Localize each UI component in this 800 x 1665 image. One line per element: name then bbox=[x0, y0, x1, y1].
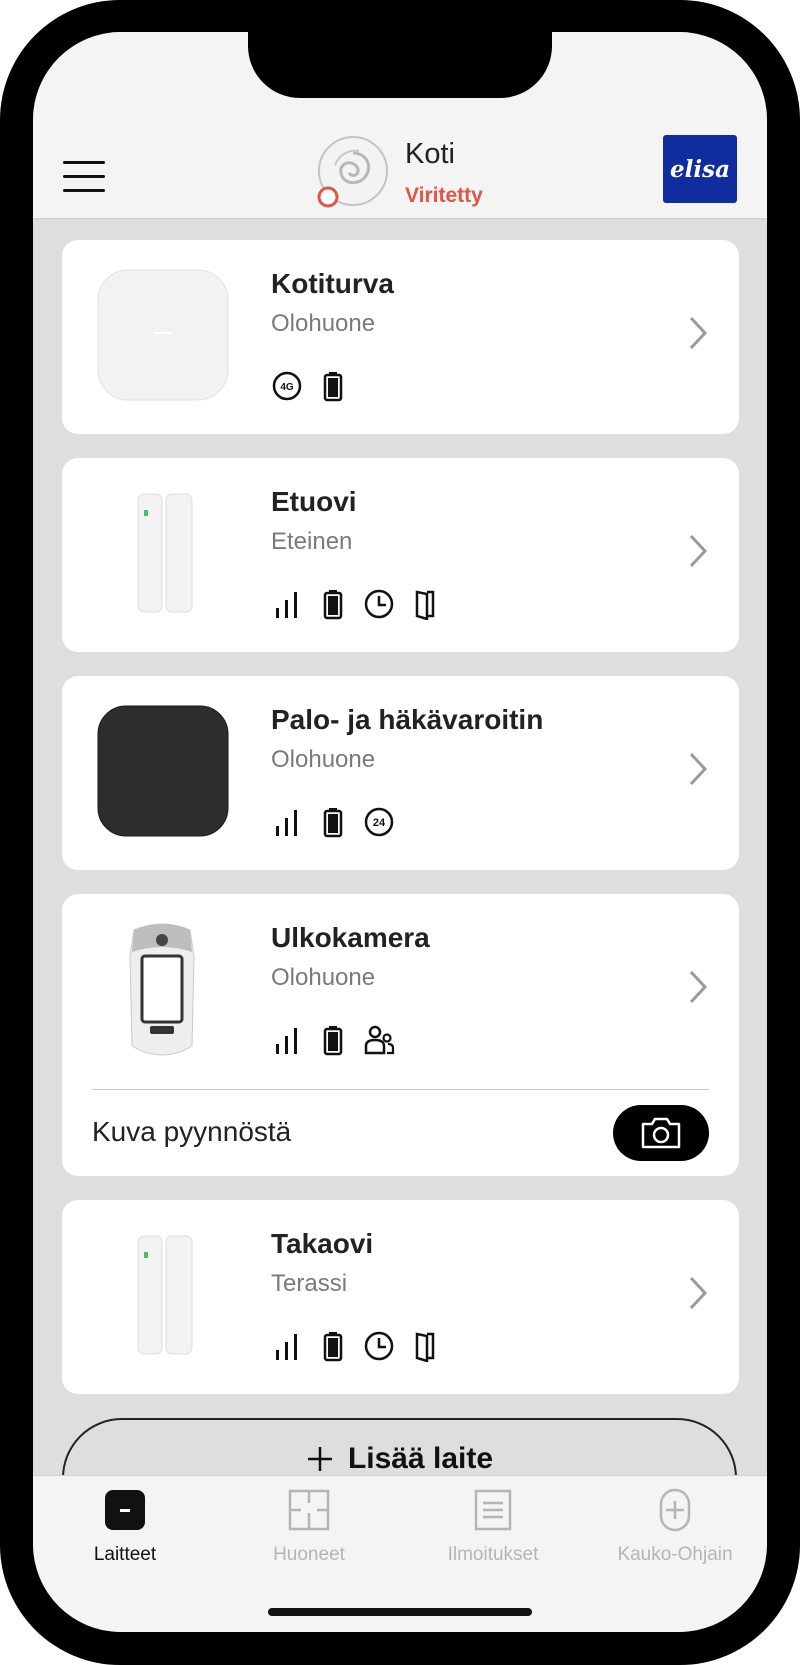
device-name: Kotiturva bbox=[271, 268, 394, 299]
device-card-takaovi[interactable]: Takaovi Terassi bbox=[62, 1200, 739, 1394]
device-status-icons bbox=[271, 1024, 395, 1056]
people-icon bbox=[364, 1025, 395, 1055]
door-sensor-image bbox=[137, 493, 193, 613]
door-icon bbox=[415, 590, 435, 620]
battery-icon bbox=[323, 590, 343, 620]
24h-icon: 24 bbox=[364, 807, 394, 837]
device-status-icons bbox=[271, 588, 441, 620]
device-status-icons: 4G bbox=[271, 370, 349, 402]
device-status-icons bbox=[271, 1330, 441, 1362]
24h-icon-label: 24 bbox=[373, 817, 386, 829]
device-card-kotiturva[interactable]: Kotiturva Olohuone 4G bbox=[62, 240, 739, 434]
nav-label: Ilmoitukset bbox=[447, 1544, 539, 1565]
device-card-ulkokamera[interactable]: Ulkokamera Olohuone Kuva pyynnöstä bbox=[62, 894, 739, 1176]
plus-icon bbox=[307, 1447, 332, 1471]
battery-icon bbox=[323, 1332, 343, 1362]
nav-tab-kauko-ohjain[interactable]: Kauko-Ohjain bbox=[583, 1488, 767, 1566]
nav-label: Kauko-Ohjain bbox=[617, 1544, 733, 1565]
device-room: Olohuone bbox=[271, 310, 376, 337]
app-screen: Koti Viritetty elisa Kotiturva Olohuone … bbox=[33, 32, 767, 1632]
notch bbox=[248, 32, 552, 98]
hub-device-image bbox=[97, 269, 229, 401]
nav-label: Huoneet bbox=[273, 1544, 345, 1565]
snapshot-label: Kuva pyynnöstä bbox=[92, 1116, 292, 1147]
device-room: Olohuone bbox=[271, 964, 376, 991]
device-name: Etuovi bbox=[271, 486, 357, 517]
chevron-right-icon[interactable] bbox=[687, 1274, 709, 1312]
smoke-detector-image bbox=[97, 705, 229, 837]
phone-frame: Koti Viritetty elisa Kotiturva Olohuone … bbox=[0, 0, 800, 1665]
device-room: Olohuone bbox=[271, 746, 376, 773]
devices-icon bbox=[105, 1490, 145, 1530]
snapshot-button[interactable] bbox=[613, 1105, 709, 1161]
svg-text:4G: 4G bbox=[280, 382, 294, 393]
clock-icon bbox=[364, 1331, 394, 1361]
signal-icon bbox=[276, 1334, 297, 1360]
door-icon bbox=[415, 1332, 435, 1362]
device-name: Takaovi bbox=[271, 1228, 374, 1259]
camera-device-image bbox=[129, 923, 195, 1056]
remote-icon bbox=[659, 1488, 691, 1532]
device-card-palovaroitin[interactable]: Palo- ja häkävaroitin Olohuone 24 bbox=[62, 676, 739, 870]
door-sensor-image bbox=[137, 1235, 193, 1355]
chevron-right-icon[interactable] bbox=[687, 532, 709, 570]
rooms-icon bbox=[288, 1489, 330, 1531]
signal-icon bbox=[276, 592, 297, 618]
menu-icon[interactable] bbox=[63, 161, 105, 193]
4g-icon: 4G bbox=[272, 371, 302, 401]
camera-icon bbox=[641, 1117, 681, 1149]
home-indicator[interactable] bbox=[268, 1608, 532, 1616]
battery-icon bbox=[323, 1026, 343, 1056]
nav-tab-laitteet[interactable]: Laitteet bbox=[33, 1488, 217, 1566]
device-room: Eteinen bbox=[271, 528, 353, 555]
device-room: Terassi bbox=[271, 1270, 348, 1297]
battery-icon bbox=[323, 808, 343, 838]
chevron-right-icon[interactable] bbox=[687, 314, 709, 352]
signal-icon bbox=[276, 810, 297, 836]
nav-label: Laitteet bbox=[93, 1544, 157, 1565]
hub-status: Viritetty bbox=[405, 184, 483, 207]
device-name: Palo- ja häkävaroitin bbox=[271, 704, 544, 735]
device-status-icons: 24 bbox=[271, 806, 395, 838]
device-name: Ulkokamera bbox=[271, 922, 430, 953]
signal-icon bbox=[276, 1028, 297, 1054]
hub-logo-icon[interactable] bbox=[315, 135, 391, 211]
chevron-right-icon[interactable] bbox=[687, 968, 709, 1006]
nav-tab-huoneet[interactable]: Huoneet bbox=[217, 1488, 401, 1566]
brand-logo: elisa bbox=[663, 135, 737, 203]
notifications-icon bbox=[474, 1489, 512, 1531]
nav-tab-ilmoitukset[interactable]: Ilmoitukset bbox=[401, 1488, 585, 1566]
clock-icon bbox=[364, 589, 394, 619]
add-device-label: Lisää laite bbox=[347, 1442, 494, 1475]
card-divider bbox=[92, 1089, 709, 1090]
hub-name: Koti bbox=[405, 138, 455, 170]
battery-icon bbox=[323, 372, 343, 402]
device-card-etuovi[interactable]: Etuovi Eteinen bbox=[62, 458, 739, 652]
chevron-right-icon[interactable] bbox=[687, 750, 709, 788]
